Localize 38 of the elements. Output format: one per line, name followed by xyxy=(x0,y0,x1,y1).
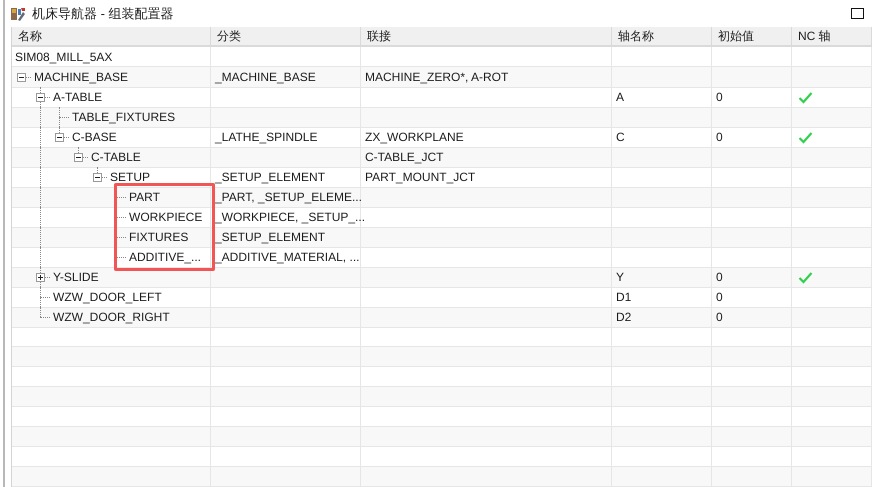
column-header[interactable]: 轴名称 xyxy=(612,27,712,47)
column-header[interactable]: 初始值 xyxy=(712,27,792,47)
tree-item[interactable]: MACHINE_BASE xyxy=(34,70,128,84)
maximize-icon[interactable] xyxy=(851,8,864,19)
tree-item[interactable]: SIM08_MILL_5AX xyxy=(15,50,112,64)
table-cell: Y xyxy=(612,267,712,288)
collapse-icon[interactable] xyxy=(74,153,83,162)
table-cell: C-TABLE_JCT xyxy=(361,147,612,168)
collapse-icon[interactable] xyxy=(93,173,102,182)
tree-item[interactable]: A-TABLE xyxy=(53,90,102,104)
tree-item[interactable]: C-BASE xyxy=(72,130,117,144)
table-cell: MACHINE_ZERO*, A-ROT xyxy=(361,67,612,88)
table-cell: 0 xyxy=(712,267,792,288)
collapse-icon[interactable] xyxy=(36,93,45,102)
table-cell: _SETUP_ELEMENT xyxy=(211,227,361,248)
tree-item[interactable]: SETUP xyxy=(110,170,150,184)
expand-icon[interactable] xyxy=(36,273,45,282)
column-header[interactable]: NC 轴 xyxy=(792,27,872,47)
tree-item[interactable]: ADDITIVE_... xyxy=(129,250,202,264)
table-cell: _PART, _SETUP_ELEME... xyxy=(211,187,361,208)
tree-item[interactable]: WZW_DOOR_LEFT xyxy=(53,290,162,304)
tree-item[interactable]: FIXTURES xyxy=(129,230,188,244)
column-header[interactable]: 联接 xyxy=(361,27,612,47)
tree-item[interactable]: PART xyxy=(129,190,160,204)
tree-item[interactable]: C-TABLE xyxy=(91,150,141,164)
collapse-icon[interactable] xyxy=(17,73,26,82)
collapse-icon[interactable] xyxy=(55,133,64,142)
tree-item[interactable]: Y-SLIDE xyxy=(53,270,99,284)
table-cell: D2 xyxy=(612,307,712,328)
wrench-icon xyxy=(10,6,26,22)
window-title: 机床导航器 - 组装配置器 xyxy=(32,4,174,22)
column-header[interactable]: 分类 xyxy=(211,27,361,47)
tree-item[interactable]: WZW_DOOR_RIGHT xyxy=(53,310,170,324)
tree-item[interactable]: TABLE_FIXTURES xyxy=(72,110,176,124)
tree-item[interactable]: WORKPIECE xyxy=(129,210,202,224)
table-cell: 0 xyxy=(712,307,792,328)
table-cell: _MACHINE_BASE xyxy=(211,67,361,88)
column-header[interactable]: 名称 xyxy=(12,27,211,47)
